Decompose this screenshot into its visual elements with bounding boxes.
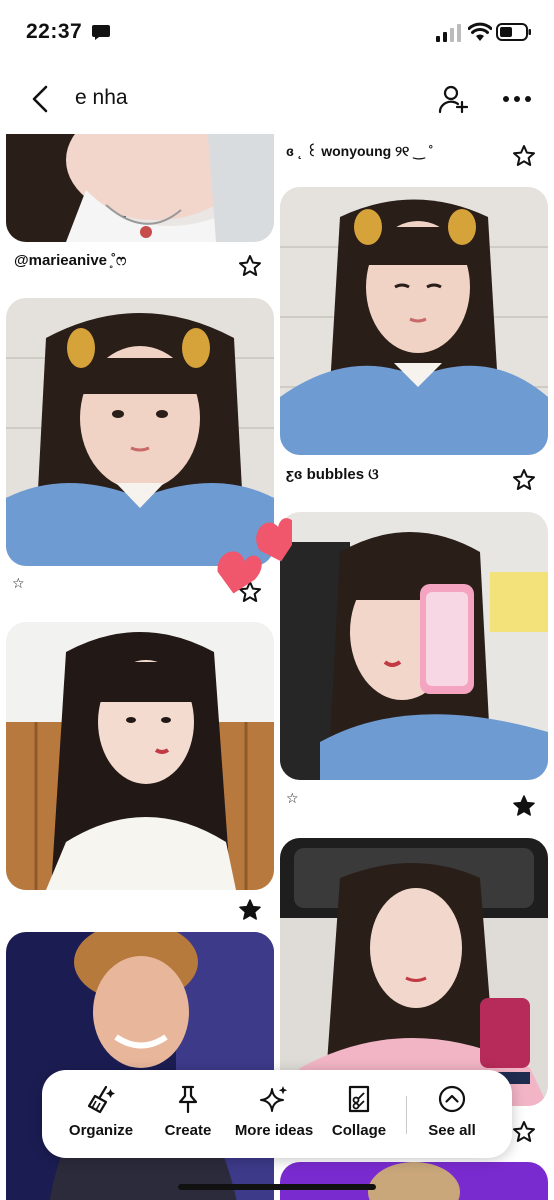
pin-image[interactable] [280,838,548,1106]
pin-image[interactable] [280,187,548,455]
pin-image[interactable] [280,1162,548,1200]
wifi-icon [468,22,492,41]
add-collaborator-icon[interactable] [438,84,468,114]
sparkle-icon [260,1086,288,1112]
battery-icon [496,23,531,41]
board-title: e nha [75,86,128,109]
see-all-button[interactable]: See all [422,1084,482,1139]
pin-icon [178,1085,198,1114]
board-header: e nha [0,66,554,134]
star-outline-icon[interactable] [238,254,262,278]
toolbar-divider [406,1096,407,1134]
status-bar: 22:37 [0,0,554,66]
pin-caption: ƹɞ bubbles ଓ [286,466,379,483]
pin-caption: ☆ [12,575,25,591]
broom-icon [87,1085,115,1114]
back-chevron-icon[interactable] [28,84,52,114]
star-filled-icon[interactable] [512,794,536,818]
create-button[interactable]: Create [162,1084,214,1139]
star-outline-icon[interactable] [512,468,536,492]
more-options-icon[interactable] [502,94,532,104]
star-filled-icon[interactable] [238,898,262,922]
pin-image[interactable] [6,622,274,890]
collage-button[interactable]: Collage [328,1084,390,1139]
see-all-label: See all [428,1122,476,1139]
message-icon [92,25,110,40]
star-outline-icon[interactable] [512,144,536,168]
collage-icon [348,1085,370,1113]
collage-label: Collage [331,1122,387,1139]
organize-button[interactable]: Organize [68,1084,134,1139]
more-ideas-button[interactable]: More ideas [232,1084,316,1139]
pin-caption: @marieanive ̥˚ෆ [14,252,127,269]
status-time: 22:37 [26,20,83,43]
heart-sticker-icon [217,518,292,594]
board-toolbar: Organize Create More ideas Collage See a… [42,1070,512,1158]
create-label: Create [164,1122,212,1139]
pin-image[interactable] [280,512,548,780]
pin-image[interactable] [6,932,274,1200]
chevron-up-circle-icon [438,1085,466,1113]
cellular-signal-icon [436,24,461,42]
pin-caption: ɞ ˛ ꒰ wonyoung ୨୧ ‿ ˚ [286,143,434,159]
more-ideas-label: More ideas [234,1122,314,1139]
star-outline-icon[interactable] [512,1120,536,1144]
home-indicator [178,1184,376,1190]
organize-label: Organize [68,1122,134,1139]
pin-caption: ☆ [286,790,299,806]
